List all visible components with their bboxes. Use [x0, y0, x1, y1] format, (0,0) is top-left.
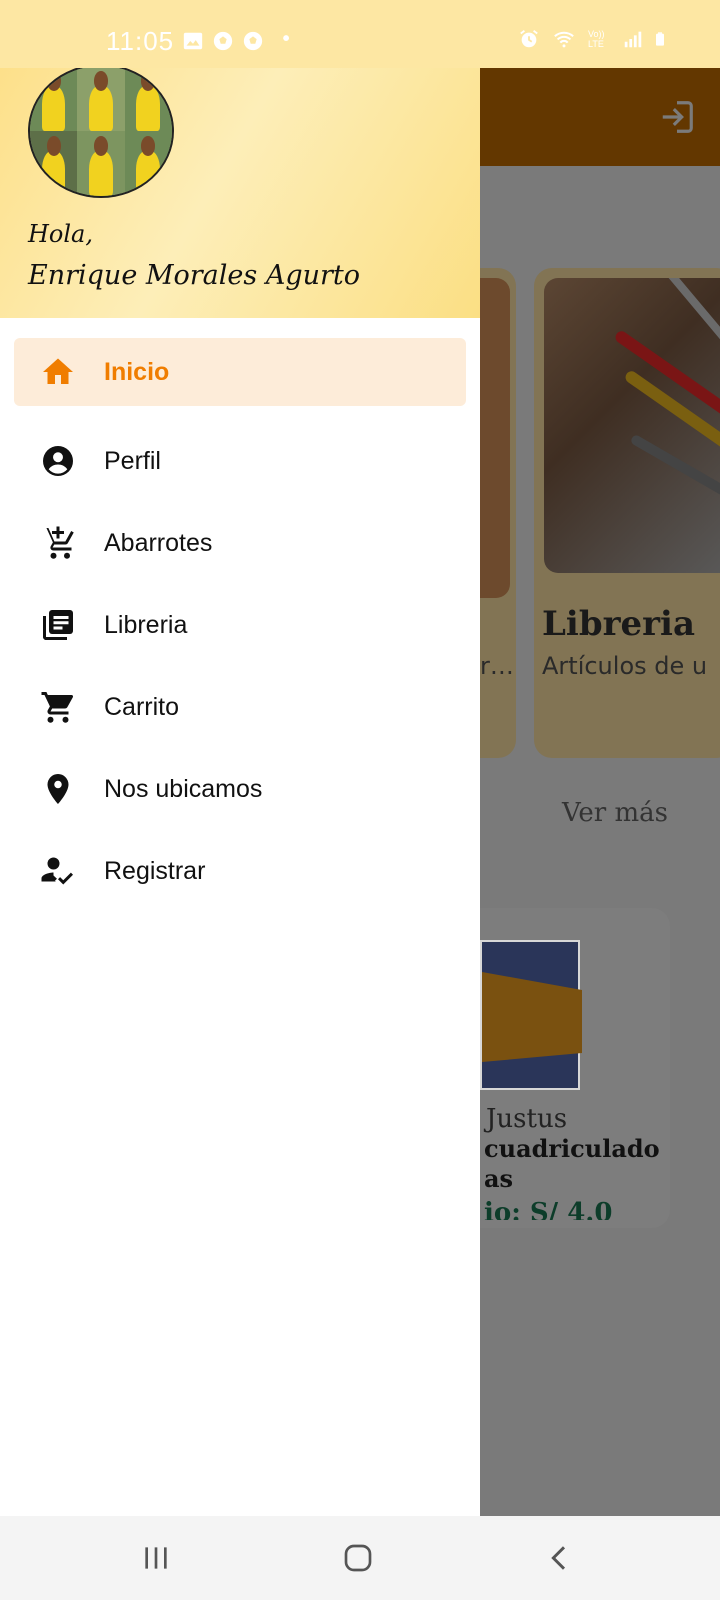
menu-label: Abarrotes — [104, 528, 213, 557]
home-button-icon[interactable] — [342, 1542, 374, 1574]
menu-label: Carrito — [104, 692, 180, 721]
category-card-abarrotes[interactable] — [480, 268, 516, 758]
back-icon[interactable] — [544, 1542, 576, 1574]
product-name-line2: as — [484, 1164, 514, 1193]
app-bar — [480, 68, 720, 166]
location-pin-icon — [40, 771, 76, 807]
menu-item-libreria[interactable]: Libreria — [0, 584, 480, 666]
menu-label: Inicio — [104, 357, 170, 386]
soccer-ball-icon — [213, 31, 233, 51]
drawer-menu: Inicio Perfil Abarrotes Libreria Carrito — [0, 338, 480, 912]
drawer-header: Hola, Enrique Morales Agurto — [0, 68, 480, 318]
see-more-link[interactable]: Ver más — [562, 798, 668, 828]
system-nav-bar — [0, 1516, 720, 1600]
menu-label: Perfil — [104, 446, 161, 475]
signal-icon — [624, 31, 642, 48]
background-app[interactable]: r… Libreria Artículos de u Ver más Justu… — [480, 68, 720, 1516]
account-circle-icon — [40, 443, 76, 479]
product-name: cuadriculado as — [480, 1134, 660, 1194]
gallery-icon — [183, 32, 203, 50]
category-title: Libreria — [542, 604, 695, 644]
menu-label: Registrar — [104, 856, 206, 885]
soccer-ball-icon — [243, 31, 263, 51]
product-name-line1: cuadriculado — [484, 1134, 660, 1163]
product-brand: Justus — [486, 1104, 568, 1134]
user-name: Enrique Morales Agurto — [28, 260, 361, 291]
status-time: 11:05 — [106, 26, 175, 56]
greeting: Hola, — [28, 220, 93, 248]
how-to-reg-icon — [40, 853, 76, 889]
menu-item-perfil[interactable]: Perfil — [0, 420, 480, 502]
recent-apps-icon[interactable] — [140, 1542, 172, 1574]
category-image — [544, 278, 720, 573]
wifi-icon — [554, 31, 574, 48]
volte-label: Vo)) LTE — [588, 29, 605, 49]
menu-item-nos-ubicamos[interactable]: Nos ubicamos — [0, 748, 480, 830]
menu-item-carrito[interactable]: Carrito — [0, 666, 480, 748]
add-shopping-cart-icon — [40, 525, 76, 561]
navigation-drawer: Hola, Enrique Morales Agurto Inicio Perf… — [0, 68, 480, 1516]
menu-label: Libreria — [104, 610, 188, 639]
menu-item-abarrotes[interactable]: Abarrotes — [0, 502, 480, 584]
category-subtitle: Artículos de u — [542, 652, 708, 680]
library-books-icon — [40, 607, 76, 643]
category-card-libreria[interactable]: Libreria — [534, 268, 720, 758]
avatar[interactable] — [28, 68, 174, 198]
shopping-cart-icon — [40, 689, 76, 725]
alarm-icon — [520, 30, 538, 48]
category-card-subtitle: r… — [480, 652, 514, 680]
product-price: io: S/ 4.0 — [484, 1198, 613, 1220]
logout-icon[interactable] — [658, 98, 696, 136]
battery-icon — [656, 32, 664, 46]
menu-item-inicio[interactable]: Inicio — [14, 338, 466, 406]
status-bar: 11:05 Vo)) LTE — [0, 0, 720, 68]
menu-label: Nos ubicamos — [104, 774, 263, 803]
product-image — [480, 940, 582, 1090]
menu-item-registrar[interactable]: Registrar — [0, 830, 480, 912]
home-icon — [40, 354, 76, 390]
dot-icon — [283, 35, 289, 41]
